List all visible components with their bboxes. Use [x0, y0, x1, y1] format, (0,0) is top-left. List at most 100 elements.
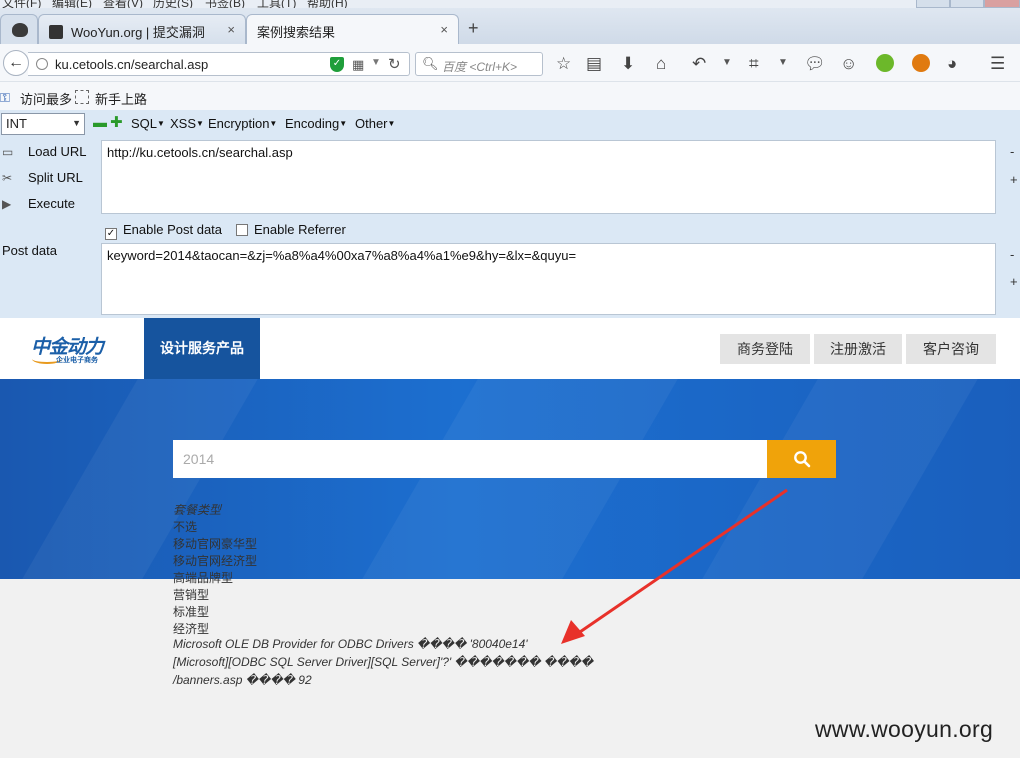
- result-line: Microsoft OLE DB Provider for ODBC Drive…: [173, 637, 528, 651]
- url-text[interactable]: ku.cetools.cn/searchal.asp: [55, 57, 208, 72]
- result-line: [Microsoft][ODBC SQL Server Driver][SQL …: [173, 655, 594, 669]
- wooyun-favicon-icon: [49, 25, 63, 39]
- undo-dropdown-icon[interactable]: ▼: [722, 57, 732, 68]
- result-line: 移动官网豪华型: [173, 537, 258, 551]
- magnifier-icon: [793, 451, 810, 468]
- new-tab-button[interactable]: +: [468, 18, 479, 39]
- caret-icon: ▼: [269, 119, 278, 128]
- web-page: 中金动力 企业电子商务 设计服务产品 商务登陆 注册激活 客户咨询 2014 套…: [0, 318, 1020, 758]
- result-line: 高端品牌型: [173, 571, 234, 585]
- increment-icon[interactable]: ✚: [110, 113, 123, 131]
- search-bar[interactable]: 🔍︎ 百度 <Ctrl+K>: [415, 52, 543, 76]
- menu-sql[interactable]: SQL▼: [131, 116, 165, 131]
- tab-label: WooYun.org | 提交漏洞: [71, 25, 205, 40]
- dotted-box-icon: [75, 90, 89, 104]
- menu-encryption[interactable]: Encryption▼: [208, 116, 277, 131]
- checkbox-empty-icon: [236, 224, 248, 236]
- business-login-button[interactable]: 商务登陆: [720, 334, 810, 364]
- menu-xss[interactable]: XSS▼: [170, 116, 204, 131]
- tab-search-results[interactable]: 案例搜索结果 ×: [246, 14, 459, 44]
- menu-label: Encryption: [208, 116, 270, 131]
- reload-icon[interactable]: ↻: [388, 55, 401, 73]
- red-arrow-annotation: [561, 488, 788, 644]
- tab-close-icon[interactable]: ×: [227, 22, 235, 37]
- menu-other[interactable]: Other▼: [355, 116, 395, 131]
- enable-post-checkbox[interactable]: ✓ Enable Post data: [105, 222, 222, 240]
- minimize-button[interactable]: [916, 0, 950, 8]
- site-search-button[interactable]: [767, 440, 836, 478]
- play-icon: ▶: [2, 197, 12, 211]
- tab-label: 案例搜索结果: [257, 25, 336, 40]
- result-line: 套餐类型: [173, 503, 222, 517]
- hero-banner: [0, 379, 1020, 579]
- pinned-tab[interactable]: [0, 14, 38, 44]
- crop-dropdown-icon[interactable]: ▼: [778, 57, 788, 68]
- maximize-button[interactable]: [950, 0, 984, 8]
- load-url-icon: ▭: [2, 145, 14, 159]
- register-activate-button[interactable]: 注册激活: [814, 334, 902, 364]
- menu-help[interactable]: 帮助(H): [307, 0, 348, 8]
- customer-consult-button[interactable]: 客户咨询: [906, 334, 996, 364]
- wooyun-watermark: www.wooyun.org: [815, 716, 994, 742]
- search-value: 2014: [183, 451, 215, 467]
- menu-bar: 文件(F) 编辑(E) 查看(V) 历史(S) 书签(B) 工具(T) 帮助(H…: [0, 0, 1020, 8]
- qr-code-icon[interactable]: ▦: [352, 57, 364, 73]
- url-textarea[interactable]: http://ku.cetools.cn/searchal.asp: [101, 140, 996, 214]
- addon-frog-icon[interactable]: [876, 54, 894, 72]
- post-grow-button[interactable]: +: [1010, 274, 1018, 289]
- close-window-button[interactable]: [984, 0, 1020, 8]
- shield-icon[interactable]: ✓: [330, 57, 344, 72]
- key-icon: ⚿: [0, 90, 10, 105]
- smiley-icon[interactable]: ☺: [840, 54, 857, 74]
- download-icon[interactable]: ⬇: [621, 54, 635, 74]
- home-icon[interactable]: ⌂: [656, 54, 666, 74]
- reading-list-icon[interactable]: ▤: [586, 54, 602, 74]
- menu-file[interactable]: 文件(F): [2, 0, 41, 8]
- history-dropdown-icon[interactable]: ▼: [371, 57, 381, 68]
- back-button[interactable]: ←: [3, 50, 29, 76]
- bookmark-getting-started[interactable]: 新手上路: [95, 89, 147, 108]
- execute-button[interactable]: ▶ Execute: [2, 196, 75, 211]
- type-select[interactable]: INT ▼: [1, 113, 85, 135]
- menu-label: XSS: [170, 116, 197, 131]
- palette-icon[interactable]: ◕: [947, 54, 957, 74]
- menu-history[interactable]: 历史(S): [153, 0, 193, 8]
- enable-referrer-checkbox[interactable]: Enable Referrer: [236, 222, 346, 237]
- decrement-icon[interactable]: ▬: [93, 114, 107, 130]
- menu-edit[interactable]: 编辑(E): [52, 0, 92, 8]
- logo-subtitle: 企业电子商务: [56, 357, 98, 364]
- bookmark-most-visited[interactable]: 访问最多: [20, 89, 72, 108]
- execute-label: Execute: [28, 196, 75, 211]
- caret-icon: ▼: [387, 119, 396, 128]
- bookmark-star-icon[interactable]: ☆: [556, 54, 571, 74]
- checkbox-checked-icon: ✓: [105, 228, 117, 240]
- menu-bookmarks[interactable]: 书签(B): [205, 0, 245, 8]
- site-logo[interactable]: 中金动力 企业电子商务: [30, 332, 110, 366]
- url-grow-button[interactable]: +: [1010, 172, 1018, 187]
- hamburger-menu-icon[interactable]: ☰: [990, 54, 1005, 74]
- tab-wooyun[interactable]: WooYun.org | 提交漏洞 ×: [38, 14, 246, 44]
- caret-icon: ▼: [339, 119, 348, 128]
- nav-design-services[interactable]: 设计服务产品: [144, 318, 260, 379]
- address-bar[interactable]: ku.cetools.cn/searchal.asp ✓ ▦ ▼ ↻: [28, 52, 410, 76]
- addon-orange-icon[interactable]: [912, 54, 930, 72]
- post-shrink-button[interactable]: -: [1010, 247, 1014, 262]
- navigation-bar: ku.cetools.cn/searchal.asp ✓ ▦ ▼ ↻ ← 🔍︎ …: [0, 44, 1020, 82]
- menu-view[interactable]: 查看(V): [103, 0, 143, 8]
- tab-close-icon[interactable]: ×: [440, 22, 448, 37]
- result-line: /banners.asp ���� 92: [173, 673, 312, 687]
- menu-encoding[interactable]: Encoding▼: [285, 116, 347, 131]
- bookmarks-toolbar: ⚿ 访问最多 新手上路: [0, 82, 1020, 110]
- post-data-textarea[interactable]: keyword=2014&taocan=&zj=%a8%a4%00xa7%a8%…: [101, 243, 996, 315]
- load-url-button[interactable]: ▭ Load URL: [2, 144, 87, 159]
- url-shrink-button[interactable]: -: [1010, 144, 1014, 159]
- site-search-input[interactable]: 2014: [173, 440, 767, 478]
- scissors-icon: ✂: [2, 171, 13, 185]
- caret-icon: ▼: [157, 119, 165, 128]
- crop-icon[interactable]: ⌗: [749, 54, 759, 74]
- split-url-button[interactable]: ✂ Split URL: [2, 170, 83, 185]
- menu-tools[interactable]: 工具(T): [257, 0, 296, 8]
- enable-post-label: Enable Post data: [123, 222, 223, 237]
- undo-icon[interactable]: ↶: [692, 54, 706, 74]
- chat-icon[interactable]: 💬︎: [804, 54, 826, 74]
